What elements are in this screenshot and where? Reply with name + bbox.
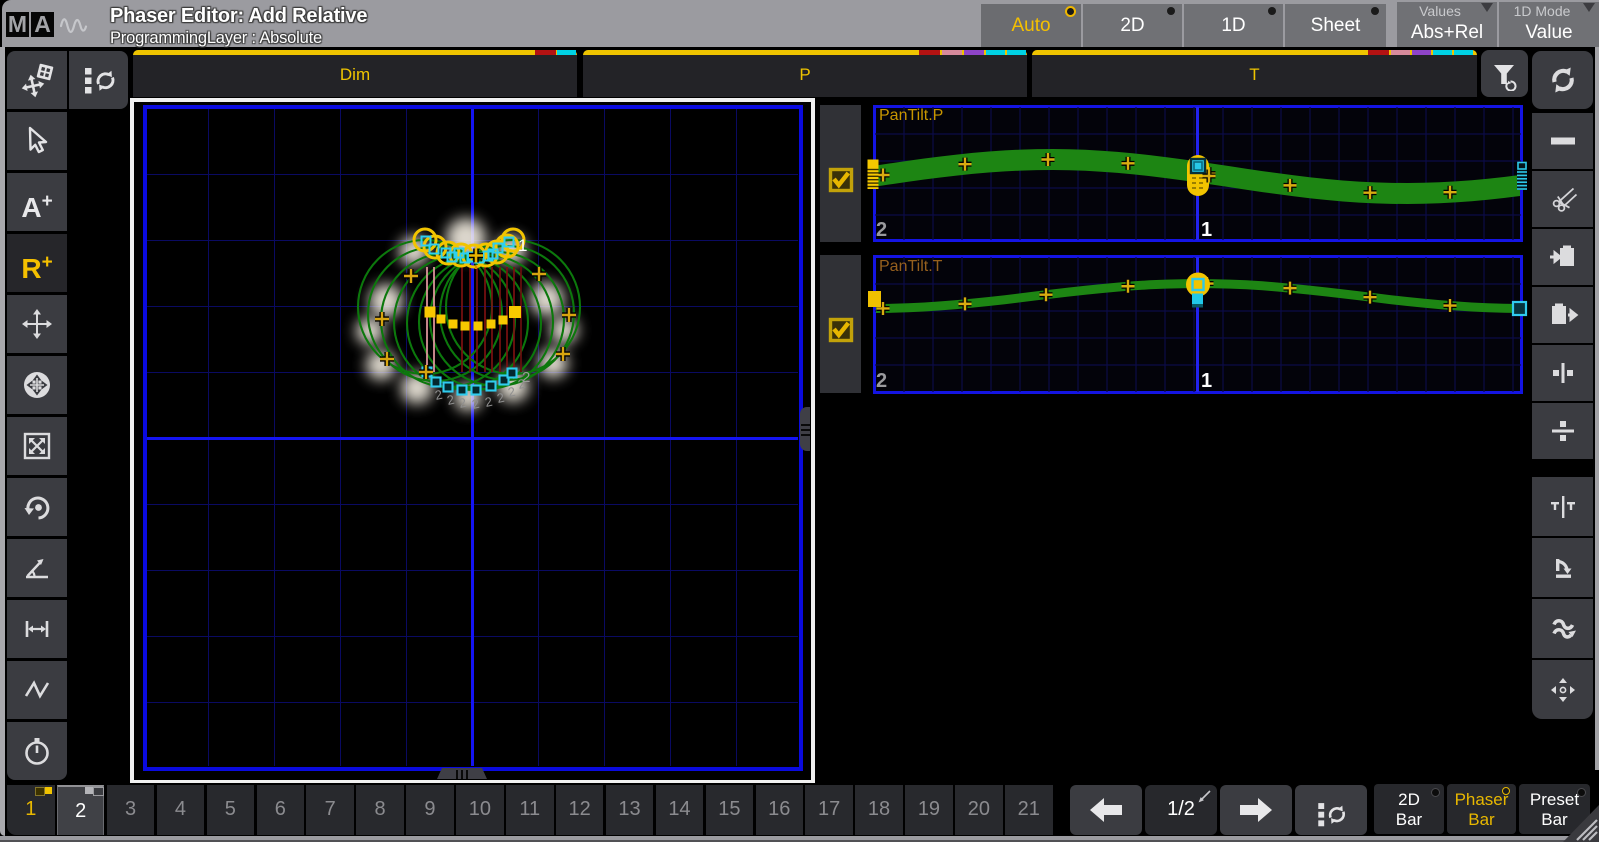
- svg-text:2: 2: [434, 387, 444, 403]
- svg-text:2: 2: [446, 392, 456, 408]
- svg-text:2: 2: [484, 394, 494, 410]
- svg-text:2: 2: [522, 369, 530, 386]
- svg-text:1: 1: [518, 236, 527, 255]
